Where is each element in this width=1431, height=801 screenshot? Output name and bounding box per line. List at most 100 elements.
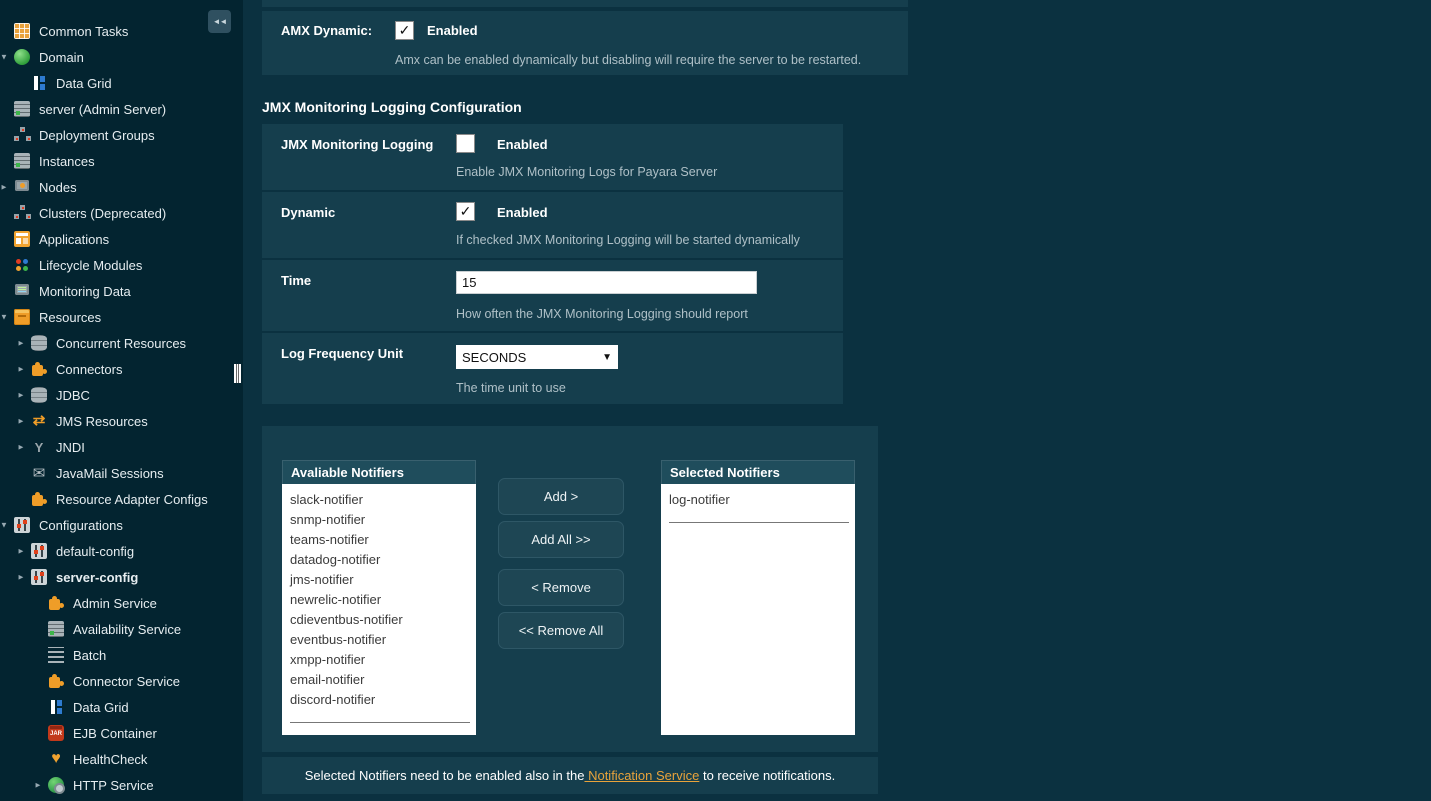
sidebar-item-nodes[interactable]: ► Nodes <box>0 174 243 200</box>
sidebar-item-applications[interactable]: Applications <box>0 226 243 252</box>
amx-enabled-label: Enabled <box>427 23 478 38</box>
sidebar-item-server-admin-server[interactable]: server (Admin Server) <box>0 96 243 122</box>
add-all-button[interactable]: Add All >> <box>498 521 624 558</box>
sidebar-item-jms-resources[interactable]: ►⇄JMS Resources <box>0 408 243 434</box>
sidebar-item-connector-service[interactable]: Connector Service <box>0 668 243 694</box>
sidebar-item-availability-service[interactable]: Availability Service <box>0 616 243 642</box>
amx-dynamic-row: AMX Dynamic: Enabled Amx can be enabled … <box>262 11 908 75</box>
collapse-arrow-icon[interactable]: ▼ <box>0 313 13 322</box>
sidebar-item-common-tasks[interactable]: Common Tasks <box>0 18 243 44</box>
expand-arrow-icon[interactable]: ► <box>0 183 13 192</box>
notifier-option-cdieventbus-notifier[interactable]: cdieventbus-notifier <box>282 610 476 630</box>
sidebar-item-jdbc[interactable]: ► JDBC <box>0 382 243 408</box>
amx-dynamic-checkbox[interactable] <box>395 21 414 40</box>
concurrent-resources-icon <box>31 335 47 351</box>
sidebar-item-resources[interactable]: ▼Resources <box>0 304 243 330</box>
selected-notifiers-title: Selected Notifiers <box>661 460 855 484</box>
expand-arrow-icon[interactable]: ► <box>17 339 30 348</box>
notifier-option-eventbus-notifier[interactable]: eventbus-notifier <box>282 630 476 650</box>
expand-arrow-icon[interactable]: ► <box>17 391 30 400</box>
healthcheck-icon: ♥ <box>48 751 64 767</box>
expand-arrow-icon[interactable]: ► <box>17 547 30 556</box>
notifier-option-xmpp-notifier[interactable]: xmpp-notifier <box>282 650 476 670</box>
navigation-sidebar: Common Tasks▼DomainData Gridserver (Admi… <box>0 0 243 801</box>
remove-button[interactable]: < Remove <box>498 569 624 606</box>
notifier-option-snmp-notifier[interactable]: snmp-notifier <box>282 510 476 530</box>
notifier-option-slack-notifier[interactable]: slack-notifier <box>282 490 476 510</box>
sidebar-collapse-button[interactable]: ◄◄ <box>208 10 231 33</box>
notifier-option-newrelic-notifier[interactable]: newrelic-notifier <box>282 590 476 610</box>
field-label: Time <box>281 273 311 288</box>
sidebar-item-monitoring-data[interactable]: Monitoring Data <box>0 278 243 304</box>
sidebar-item-clusters-deprecated[interactable]: Clusters (Deprecated) <box>0 200 243 226</box>
expand-arrow-icon[interactable]: ► <box>17 443 30 452</box>
sidebar-item-label: Nodes <box>39 180 77 195</box>
sidebar-item-default-config[interactable]: ►default-config <box>0 538 243 564</box>
sidebar-item-concurrent-resources[interactable]: ►Concurrent Resources <box>0 330 243 356</box>
sidebar-item-instances[interactable]: Instances <box>0 148 243 174</box>
sidebar-item-label: server-config <box>56 570 138 585</box>
sidebar-item-resource-adapter-configs[interactable]: Resource Adapter Configs <box>0 486 243 512</box>
notifier-option-teams-notifier[interactable]: teams-notifier <box>282 530 476 550</box>
add-button[interactable]: Add > <box>498 478 624 515</box>
notifier-option-discord-notifier[interactable]: discord-notifier <box>282 690 476 710</box>
sidebar-item-healthcheck[interactable]: ♥HealthCheck <box>0 746 243 772</box>
sidebar-item-data-grid[interactable]: Data Grid <box>0 70 243 96</box>
sidebar-item-jndi[interactable]: ►YJNDI <box>0 434 243 460</box>
expand-arrow-icon[interactable]: ► <box>17 365 30 374</box>
notifier-option-log-notifier[interactable]: log-notifier <box>661 490 855 510</box>
sidebar-item-ejb-container[interactable]: EJB Container <box>0 720 243 746</box>
expand-arrow-icon[interactable]: ► <box>17 417 30 426</box>
list-end-divider <box>669 522 849 523</box>
expand-arrow-icon[interactable]: ► <box>34 781 47 790</box>
deployment-groups-icon <box>14 127 30 143</box>
available-notifiers-title: Avaliable Notifiers <box>282 460 476 484</box>
sidebar-item-label: Connector Service <box>73 674 180 689</box>
clusters-icon <box>14 205 30 221</box>
http-service-icon <box>48 777 64 793</box>
notifier-option-datadog-notifier[interactable]: datadog-notifier <box>282 550 476 570</box>
sidebar-item-configurations[interactable]: ▼Configurations <box>0 512 243 538</box>
sidebar-item-deployment-groups[interactable]: Deployment Groups <box>0 122 243 148</box>
field-description: Enable JMX Monitoring Logs for Payara Se… <box>456 165 717 179</box>
remove-all-button[interactable]: << Remove All <box>498 612 624 649</box>
form-row-jmx-monitoring-logging: JMX Monitoring LoggingEnabledEnable JMX … <box>262 124 843 190</box>
notification-service-link[interactable]: Notification Service <box>584 768 699 783</box>
enabled-label: Enabled <box>497 205 548 220</box>
configurations-icon <box>14 517 30 533</box>
expand-arrow-icon[interactable]: ► <box>17 573 30 582</box>
sidebar-item-connectors[interactable]: ►Connectors <box>0 356 243 382</box>
sidebar-item-label: JavaMail Sessions <box>56 466 164 481</box>
notifiers-section: Avaliable Notifiers slack-notifiersnmp-n… <box>262 426 878 752</box>
sidebar-item-javamail-sessions[interactable]: ✉JavaMail Sessions <box>0 460 243 486</box>
field-description: How often the JMX Monitoring Logging sho… <box>456 307 748 321</box>
sidebar-item-label: JNDI <box>56 440 85 455</box>
collapse-arrow-icon[interactable]: ▼ <box>0 53 13 62</box>
dynamic-checkbox[interactable] <box>456 202 475 221</box>
sidebar-scrollbar-thumb[interactable] <box>234 364 241 383</box>
lifecycle-modules-icon <box>14 257 30 273</box>
main-content: AMX Dynamic: Enabled Amx can be enabled … <box>243 0 1431 801</box>
sidebar-item-server-config[interactable]: ► server-config <box>0 564 243 590</box>
selected-notifiers-list[interactable]: log-notifier <box>661 484 855 735</box>
sidebar-item-admin-service[interactable]: Admin Service <box>0 590 243 616</box>
sidebar-item-http-service[interactable]: ►HTTP Service <box>0 772 243 798</box>
collapse-arrow-icon[interactable]: ▼ <box>0 521 13 530</box>
instances-icon <box>14 153 30 169</box>
previous-section-edge <box>262 0 908 7</box>
notifier-option-jms-notifier[interactable]: jms-notifier <box>282 570 476 590</box>
sidebar-item-batch[interactable]: Batch <box>0 642 243 668</box>
sidebar-item-label: JDBC <box>56 388 90 403</box>
jmx-config-heading: JMX Monitoring Logging Configuration <box>262 99 522 115</box>
available-notifiers-list[interactable]: slack-notifiersnmp-notifierteams-notifie… <box>282 484 476 735</box>
jmx-monitoring-logging-checkbox[interactable] <box>456 134 475 153</box>
notifier-option-email-notifier[interactable]: email-notifier <box>282 670 476 690</box>
log-frequency-unit-select[interactable]: SECONDS▼ <box>456 345 618 369</box>
time-input[interactable] <box>456 271 757 294</box>
field-label: Dynamic <box>281 205 335 220</box>
sidebar-item-data-grid[interactable]: Data Grid <box>0 694 243 720</box>
sidebar-item-label: Availability Service <box>73 622 181 637</box>
sidebar-item-domain[interactable]: ▼Domain <box>0 44 243 70</box>
sidebar-item-lifecycle-modules[interactable]: Lifecycle Modules <box>0 252 243 278</box>
server-icon <box>14 101 30 117</box>
